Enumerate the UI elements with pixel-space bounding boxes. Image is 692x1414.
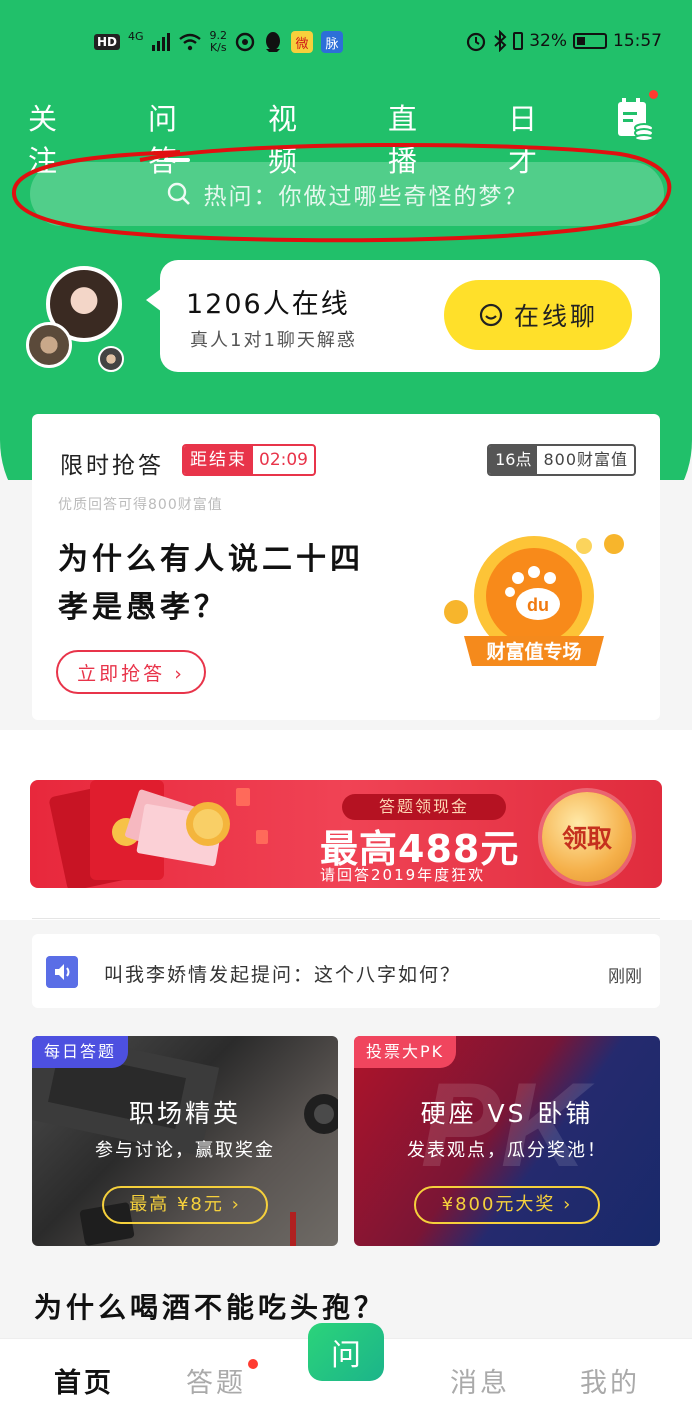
calendar-coin-icon[interactable] [616, 90, 658, 142]
tab-follow[interactable]: 关注 [28, 96, 76, 178]
battery-icon [573, 33, 607, 49]
wealth-hour: 16点 [489, 446, 538, 474]
netease-icon [235, 32, 255, 52]
countdown-badge: 距结束 02:09 [182, 444, 316, 476]
card-tag: 每日答题 [32, 1036, 129, 1068]
signal-icon [151, 33, 170, 51]
tab-video[interactable]: 视频 [268, 96, 316, 178]
maimai-icon: 脉 [321, 31, 344, 53]
activity-notice[interactable]: 叫我李娇情发起提问：这个八字如何？ 刚刚 [32, 934, 660, 1008]
notice-text: 叫我李娇情发起提问：这个八字如何？ [104, 964, 462, 986]
card-title: 硬座 VS 卧铺 [420, 1099, 594, 1128]
tab-finance[interactable]: 日才 [508, 96, 556, 178]
nav-home[interactable]: 首页 [54, 1361, 114, 1400]
rush-question[interactable]: 为什么有人说二十四孝是愚孝？ [58, 536, 378, 632]
search-bar[interactable]: 热问：你做过哪些奇怪的梦？ [30, 162, 664, 226]
speaker-icon [46, 956, 78, 988]
clock: 15:57 [613, 31, 662, 51]
online-chat-label: 在线聊 [513, 302, 598, 331]
nav-answer[interactable]: 答题 [186, 1361, 246, 1400]
cash-banner[interactable]: 答题领现金 最高488元 请回答2019年度狂欢 领取 [30, 780, 662, 888]
qq-icon [266, 32, 281, 52]
tab-live[interactable]: 直播 [388, 96, 436, 178]
online-subtitle: 真人1对1聊天解惑 [190, 330, 357, 351]
card-tag: 投票大PK [354, 1036, 457, 1068]
nav-messages[interactable]: 消息 [450, 1361, 510, 1400]
vibrate-icon [513, 32, 524, 50]
rush-answer-button[interactable]: 立即抢答 › [56, 650, 206, 694]
battery-percent: 32% [529, 31, 567, 51]
rush-title: 限时抢答 [60, 453, 164, 479]
online-chat-card[interactable]: 1206人在线 真人1对1聊天解惑 在线聊 [146, 260, 660, 372]
network-gen: 4G [128, 29, 144, 43]
avatar [98, 346, 124, 372]
alarm-icon [467, 32, 486, 52]
claim-button[interactable]: 领取 [542, 792, 632, 882]
nav-mine[interactable]: 我的 [580, 1361, 640, 1400]
banner-subline: 请回答2019年度狂欢 [320, 866, 486, 884]
tab-qa[interactable]: 问答 [148, 96, 196, 178]
status-bar: HD 4G 9.2 K/s 微 脉 32% 15:57 [0, 0, 692, 86]
notification-dot [649, 90, 658, 99]
feed-question[interactable]: 为什么喝酒不能吃头孢？ [34, 1286, 386, 1326]
search-placeholder: 热问：你做过哪些奇怪的梦？ [203, 184, 529, 210]
bottom-nav: 首页 答题 问 消息 我的 [0, 1323, 692, 1414]
daily-quiz-card[interactable]: 每日答题 职场精英 参与讨论，赢取奖金 最高 ¥8元 › [32, 1036, 338, 1246]
wealth-badge: 16点 800财富值 [487, 444, 636, 476]
countdown-label: 距结束 [184, 446, 253, 474]
countdown-time: 02:09 [259, 450, 308, 470]
hd-badge: HD [94, 34, 121, 50]
card-subtitle: 参与讨论，赢取奖金 [95, 1140, 275, 1161]
wealth-amount: 800财富值 [543, 450, 628, 469]
notice-time: 刚刚 [608, 967, 642, 987]
avatar [26, 322, 72, 368]
card-subtitle: 发表观点，瓜分奖池！ [407, 1140, 607, 1161]
network-speed: 9.2 K/s [209, 29, 228, 54]
wealth-art-label: 财富值专场 [486, 640, 581, 663]
red-envelope-illustration [49, 780, 268, 888]
rush-answer-card[interactable]: 限时抢答 距结束 02:09 16点 800财富值 优质回答可得800财富值 为… [32, 414, 660, 720]
wifi-icon [178, 33, 201, 51]
rush-subtitle: 优质回答可得800财富值 [58, 497, 223, 513]
top-tabs: 关注 问答 视频 直播 日才 [28, 96, 628, 178]
online-chat-button[interactable]: 在线聊 [444, 280, 632, 350]
search-icon [167, 182, 190, 205]
smile-chat-icon [479, 303, 503, 327]
card-reward-button[interactable]: 最高 ¥8元 › [102, 1186, 268, 1224]
nav-ask-button[interactable]: 问 [308, 1323, 384, 1381]
card-reward-button[interactable]: ¥800元大奖 › [414, 1186, 600, 1224]
bluetooth-icon [494, 30, 507, 52]
banner-pill: 答题领现金 [342, 794, 506, 820]
online-count: 1206人在线 [186, 289, 350, 320]
vote-pk-card[interactable]: PK 投票大PK 硬座 VS 卧铺 发表观点，瓜分奖池！ ¥800元大奖 › [354, 1036, 660, 1246]
divider [32, 918, 660, 919]
weibo-icon: 微 [291, 31, 314, 53]
du-logo: du [527, 595, 549, 615]
wealth-badge-illustration: du 财富值专场 [444, 534, 624, 666]
online-avatars[interactable] [22, 264, 162, 374]
card-title: 职场精英 [128, 1099, 241, 1128]
notification-dot [248, 1359, 258, 1369]
